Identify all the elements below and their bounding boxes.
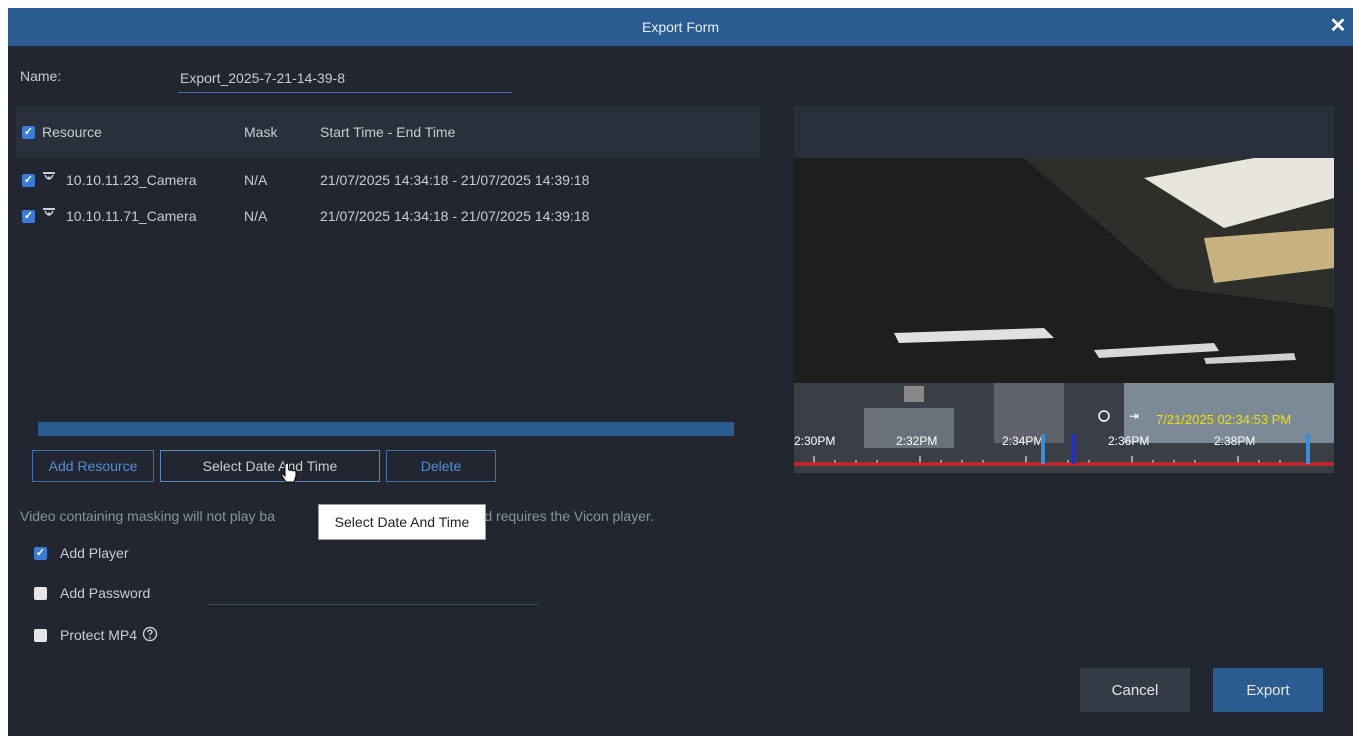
column-header-mask: Mask (244, 124, 278, 140)
resource-table: ✓ Resource Mask Start Time - End Time ✓ … (16, 106, 760, 426)
export-button[interactable]: Export (1213, 668, 1323, 712)
timeline-label: 2:30PM (794, 434, 835, 448)
video-preview[interactable]: ⇥ 7/21/2025 02:34:53 PM 2:30PM 2:32PM 2:… (794, 158, 1334, 473)
window-title: Export Form (641, 19, 719, 35)
timeline-label: 2:36PM (1108, 434, 1149, 448)
timeline-start-handle[interactable] (1041, 434, 1045, 464)
table-row[interactable]: ✓ 10.10.11.23_Camera N/A 21/07/2025 14:3… (16, 162, 760, 198)
timeline-label: 2:32PM (896, 434, 937, 448)
timeline-end-handle[interactable] (1306, 434, 1310, 464)
hand-cursor-icon (281, 463, 297, 483)
masking-note-start: Video containing masking will not play b… (20, 508, 276, 524)
row-checkbox[interactable]: ✓ (22, 174, 35, 187)
name-input[interactable] (178, 64, 512, 93)
timeline-label: 2:34PM (1002, 434, 1043, 448)
row-mask: N/A (244, 208, 268, 224)
camera-icon (43, 172, 55, 180)
camera-icon (43, 208, 55, 216)
column-header-time: Start Time - End Time (320, 124, 456, 140)
row-checkbox[interactable]: ✓ (22, 210, 35, 223)
add-player-checkbox[interactable]: ✓ (34, 547, 47, 560)
table-row[interactable]: ✓ 10.10.11.71_Camera N/A 21/07/2025 14:3… (16, 198, 760, 234)
row-mask: N/A (244, 172, 268, 188)
select-date-time-button[interactable]: Select Date And Time (160, 450, 380, 482)
column-header-resource: Resource (42, 124, 102, 140)
timeline-playhead[interactable] (1072, 434, 1075, 464)
export-progress-bar (38, 422, 734, 436)
help-icon[interactable] (142, 626, 158, 642)
password-field[interactable] (208, 604, 538, 605)
export-form-dialog: Export Form ✕ Name: ✓ Resource Mask Star… (8, 8, 1353, 736)
row-resource: 10.10.11.71_Camera (66, 208, 197, 224)
protect-mp4-checkbox[interactable] (34, 629, 47, 642)
masking-note-end: and requires the Vicon player. (468, 508, 654, 524)
timeline-label: 2:38PM (1214, 434, 1255, 448)
title-bar: Export Form ✕ (8, 8, 1353, 46)
row-time: 21/07/2025 14:34:18 - 21/07/2025 14:39:1… (320, 208, 590, 224)
add-player-label: Add Player (60, 545, 129, 561)
add-resource-button[interactable]: Add Resource (32, 450, 154, 482)
select-all-checkbox[interactable]: ✓ (22, 126, 35, 139)
delete-button[interactable]: Delete (386, 450, 496, 482)
preview-header (794, 106, 1334, 158)
table-header: ✓ Resource Mask Start Time - End Time (16, 106, 760, 158)
close-icon[interactable]: ✕ (1327, 15, 1349, 37)
add-password-label: Add Password (60, 585, 151, 601)
row-time: 21/07/2025 14:34:18 - 21/07/2025 14:39:1… (320, 172, 590, 188)
cancel-button[interactable]: Cancel (1080, 668, 1190, 712)
add-password-checkbox[interactable] (34, 587, 47, 600)
tooltip: Select Date And Time (318, 504, 486, 540)
video-timestamp: 7/21/2025 02:34:53 PM (1156, 412, 1291, 427)
row-resource: 10.10.11.23_Camera (66, 172, 197, 188)
name-label: Name: (20, 68, 62, 84)
protect-mp4-label: Protect MP4 (60, 627, 138, 643)
skip-icon[interactable]: ⇥ (1129, 409, 1139, 423)
